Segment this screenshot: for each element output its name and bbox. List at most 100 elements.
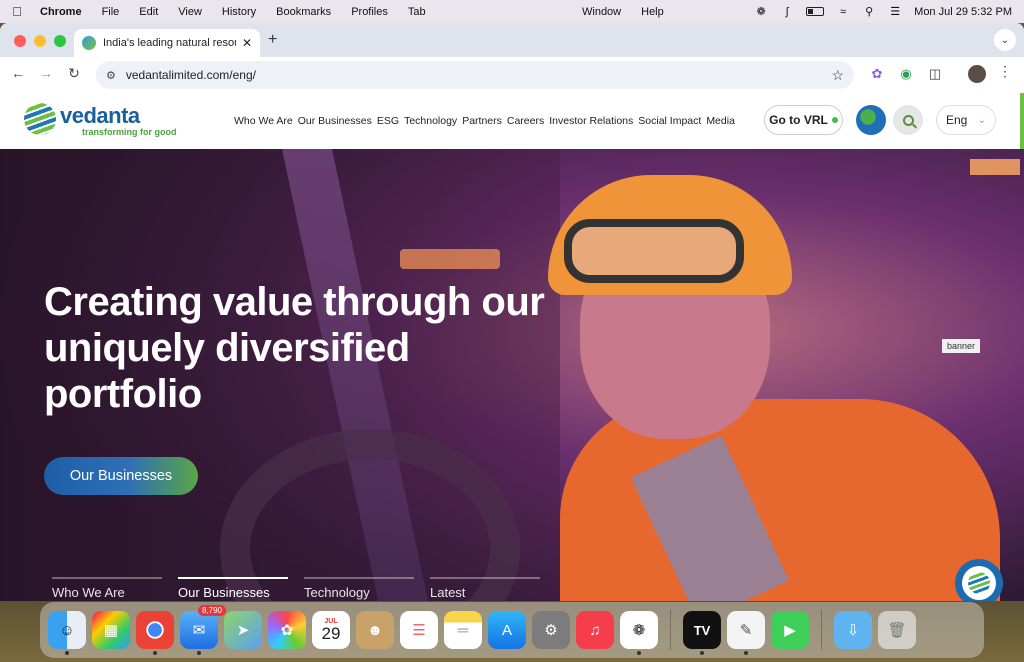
profile-avatar[interactable] (968, 65, 986, 83)
status-dot-icon (831, 117, 838, 123)
nav-careers[interactable]: Careers (507, 115, 544, 127)
menu-tab[interactable]: Tab (398, 6, 436, 18)
menu-help[interactable]: Help (631, 6, 674, 18)
downloads-icon[interactable]: ⇩ (834, 611, 872, 649)
tab-strip: India's leading natural resour ✕ + ⌄ (0, 23, 1024, 57)
close-tab-icon[interactable]: ✕ (242, 36, 252, 50)
hero-banner: Creating value through our uniquely dive… (0, 149, 1024, 601)
worker-goggles (564, 219, 744, 283)
menu-window[interactable]: Window (572, 6, 631, 18)
launchpad-icon[interactable]: ▦ (92, 611, 130, 649)
nav-technology[interactable]: Technology (404, 115, 457, 127)
logo-tagline: transforming for good (82, 127, 177, 137)
calendar-day: 29 (321, 623, 341, 643)
dock: ☺ ▦ ✉ 8,790 ➤ ✿ JUL 29 ☻ ☰ ═ A ⚙ ♫ ❁ TV ✎… (40, 602, 984, 658)
search-menu-icon[interactable]: ⚲ (862, 6, 876, 18)
chatbot-button[interactable] (955, 559, 1003, 601)
dock-separator (670, 610, 671, 650)
menu-history[interactable]: History (212, 6, 266, 18)
new-tab-icon[interactable]: + (268, 31, 277, 49)
dock-separator-2 (821, 610, 822, 650)
menu-view[interactable]: View (168, 6, 212, 18)
address-bar[interactable]: ⚙ vedantalimited.com/eng/ ☆ (96, 61, 854, 89)
app-store-icon[interactable]: A (488, 611, 526, 649)
banner-tooltip: banner (942, 339, 981, 353)
nav-investor-relations[interactable]: Investor Relations (549, 115, 633, 127)
system-settings-icon[interactable]: ⚙ (532, 611, 570, 649)
nav-who-we-are[interactable]: Who We Are (234, 115, 293, 127)
grammarly-icon[interactable]: ◉ (897, 65, 915, 83)
chatgpt-icon[interactable]: ❁ (620, 611, 658, 655)
hero-light (400, 249, 500, 269)
extensions-puzzle-icon[interactable]: ◫ (926, 65, 944, 83)
hero-light-right (970, 159, 1020, 175)
zoom-window-button[interactable] (54, 35, 66, 47)
hero-tab-latest[interactable]: Latest (430, 577, 540, 600)
mail-badge: 8,790 (197, 605, 226, 616)
vedanta-logo-icon[interactable] (24, 103, 56, 135)
menu-edit[interactable]: Edit (129, 6, 168, 18)
battery-icon[interactable] (806, 7, 825, 16)
hero-title: Creating value through our uniquely dive… (44, 280, 545, 416)
chrome-icon[interactable] (136, 611, 174, 655)
back-arrow-icon[interactable]: ← (8, 65, 28, 81)
facetime-icon[interactable]: ▶ (771, 611, 809, 649)
notes-icon[interactable]: ═ (444, 611, 482, 649)
hero-tab-technology[interactable]: Technology (304, 577, 414, 600)
window-controls (14, 35, 66, 47)
minimize-window-button[interactable] (34, 35, 46, 47)
site-info-icon[interactable]: ⚙ (106, 69, 116, 82)
reload-icon[interactable]: ↻ (64, 65, 84, 82)
chevron-down-icon: ⌄ (977, 114, 986, 126)
photos-icon[interactable]: ✿ (268, 611, 306, 649)
hero-tab-our-businesses[interactable]: Our Businesses (178, 577, 288, 600)
scroll-indicator[interactable] (1020, 93, 1024, 149)
go-to-vrl-button[interactable]: Go to VRL (764, 105, 843, 135)
menu-clock[interactable]: Mon Jul 29 5:32 PM (914, 6, 1012, 18)
apple-icon[interactable]:  (0, 4, 34, 19)
hero-tab-who-we-are[interactable]: Who We Are (52, 577, 162, 600)
calendar-icon[interactable]: JUL 29 (312, 611, 350, 649)
browser-menu-icon[interactable]: ⋮ (998, 63, 1012, 80)
tab-search-chevron-icon[interactable]: ⌄ (994, 29, 1016, 51)
nav-social-impact[interactable]: Social Impact (638, 115, 701, 127)
site-header: vedanta transforming for good Who We Are… (0, 93, 1024, 149)
browser-toolbar: ← → ↻ ⚙ vedantalimited.com/eng/ ☆ ✿ ◉ ◫ … (0, 57, 1024, 93)
menu-bookmarks[interactable]: Bookmarks (266, 6, 341, 18)
nav-esg[interactable]: ESG (377, 115, 399, 127)
tradingview-icon[interactable]: TV (683, 611, 721, 655)
script-menu-icon[interactable]: ∫ (780, 6, 794, 18)
contacts-icon[interactable]: ☻ (356, 611, 394, 649)
menu-profiles[interactable]: Profiles (341, 6, 398, 18)
logo-wordmark[interactable]: vedanta (60, 103, 140, 129)
chatgpt-menu-icon[interactable]: ❁ (754, 6, 768, 18)
nav-media[interactable]: Media (706, 115, 735, 127)
vedanta-favicon-icon (82, 36, 96, 50)
textedit-icon[interactable]: ✎ (727, 611, 765, 655)
globe-icon[interactable] (856, 105, 886, 135)
finder-icon[interactable]: ☺ (48, 611, 86, 655)
url-text[interactable]: vedantalimited.com/eng/ (126, 68, 256, 82)
close-window-button[interactable] (14, 35, 26, 47)
main-nav: Who We Are Our Businesses ESG Technology… (234, 115, 735, 127)
site-search-button[interactable] (893, 105, 923, 135)
maps-icon[interactable]: ➤ (224, 611, 262, 649)
music-icon[interactable]: ♫ (576, 611, 614, 649)
language-select[interactable]: Eng ⌄ (936, 105, 996, 135)
reminders-icon[interactable]: ☰ (400, 611, 438, 649)
mail-icon[interactable]: ✉ 8,790 (180, 605, 226, 655)
wifi-icon[interactable]: ≈ (836, 6, 850, 18)
our-businesses-button[interactable]: Our Businesses (44, 457, 198, 495)
extension-flower-icon[interactable]: ✿ (868, 65, 886, 83)
menu-file[interactable]: File (92, 6, 130, 18)
tab-title: India's leading natural resour (103, 37, 236, 49)
active-tab[interactable]: India's leading natural resour ✕ (74, 29, 260, 57)
nav-partners[interactable]: Partners (462, 115, 502, 127)
menu-app-name[interactable]: Chrome (34, 6, 92, 18)
nav-our-businesses[interactable]: Our Businesses (298, 115, 372, 127)
trash-icon[interactable]: 🗑 (878, 611, 916, 649)
forward-arrow-icon[interactable]: → (36, 65, 56, 81)
browser-window: India's leading natural resour ✕ + ⌄ ← →… (0, 23, 1024, 601)
bookmark-star-icon[interactable]: ☆ (831, 67, 844, 84)
control-center-icon[interactable]: ☰ (888, 6, 902, 18)
